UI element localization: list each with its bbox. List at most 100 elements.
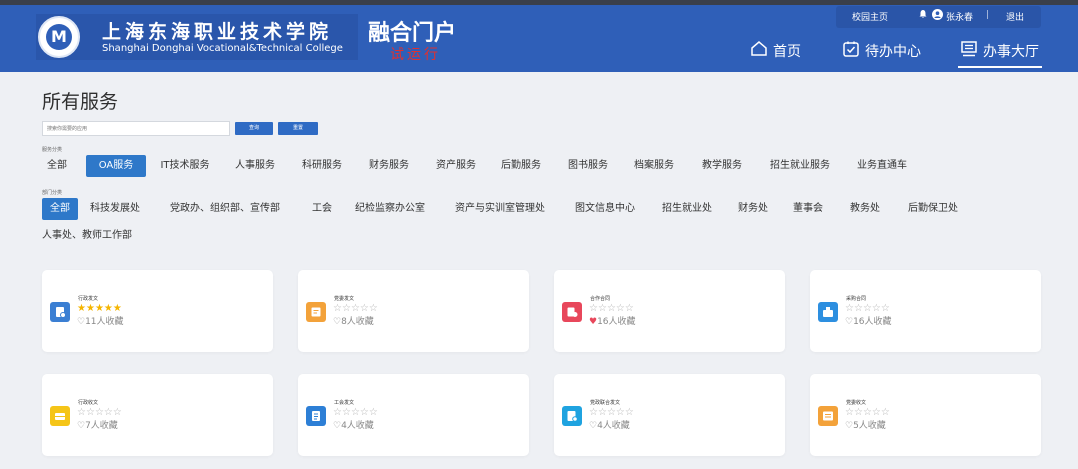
star-empty-icon[interactable]: ☆ — [95, 407, 104, 418]
star-empty-icon[interactable]: ☆ — [854, 303, 863, 314]
star-empty-icon[interactable]: ☆ — [598, 303, 607, 314]
favorite-count[interactable]: ♡7人收藏 — [77, 418, 118, 431]
favorite-count[interactable]: ♡8人收藏 — [333, 314, 374, 327]
rating-stars[interactable]: ☆☆☆☆☆ — [333, 407, 378, 418]
star-empty-icon[interactable]: ☆ — [845, 303, 854, 314]
star-filled-icon[interactable]: ★ — [104, 303, 113, 314]
heart-icon[interactable]: ♡ — [589, 421, 597, 431]
department-tag[interactable]: 后勤保卫处 — [908, 198, 970, 220]
star-empty-icon[interactable]: ☆ — [625, 407, 634, 418]
star-filled-icon[interactable]: ★ — [86, 303, 95, 314]
star-empty-icon[interactable]: ☆ — [607, 303, 616, 314]
reset-button[interactable]: 重置 — [278, 122, 318, 135]
star-empty-icon[interactable]: ☆ — [86, 407, 95, 418]
rating-stars[interactable]: ☆☆☆☆☆ — [589, 407, 634, 418]
star-empty-icon[interactable]: ☆ — [616, 303, 625, 314]
nav-todo[interactable]: 待办中心 — [842, 40, 921, 62]
rating-stars[interactable]: ☆☆☆☆☆ — [333, 303, 378, 314]
rating-stars[interactable]: ☆☆☆☆☆ — [77, 407, 122, 418]
department-tag[interactable]: 图文信息中心 — [575, 198, 649, 220]
heart-icon[interactable]: ♡ — [77, 317, 85, 327]
star-empty-icon[interactable]: ☆ — [863, 407, 872, 418]
rating-stars[interactable]: ☆☆☆☆☆ — [589, 303, 634, 314]
rating-stars[interactable]: ★★★★★ — [77, 303, 122, 314]
heart-icon[interactable]: ♡ — [333, 421, 341, 431]
star-filled-icon[interactable]: ★ — [77, 303, 86, 314]
department-tag[interactable]: 科技发展处 — [90, 198, 160, 220]
department-tag[interactable]: 全部 — [42, 198, 78, 220]
user-name[interactable]: 张永春 — [946, 10, 973, 23]
star-empty-icon[interactable]: ☆ — [360, 303, 369, 314]
star-empty-icon[interactable]: ☆ — [863, 303, 872, 314]
department-tag[interactable]: 财务处 — [738, 198, 780, 220]
favorite-count[interactable]: ♡11人收藏 — [77, 314, 124, 327]
search-input[interactable] — [42, 121, 230, 136]
service-card[interactable]: 采购合同 ☆☆☆☆☆ ♡16人收藏 — [810, 270, 1041, 352]
star-empty-icon[interactable]: ☆ — [342, 303, 351, 314]
heart-icon[interactable]: ♡ — [333, 317, 341, 327]
campus-home-link[interactable]: 校园主页 — [852, 10, 888, 23]
department-tag[interactable]: 工会 — [312, 198, 342, 220]
service-category-tag[interactable]: IT技术服务 — [155, 155, 215, 177]
star-empty-icon[interactable]: ☆ — [881, 303, 890, 314]
star-empty-icon[interactable]: ☆ — [351, 303, 360, 314]
star-filled-icon[interactable]: ★ — [95, 303, 104, 314]
service-category-tag[interactable]: 档案服务 — [628, 155, 680, 177]
rating-stars[interactable]: ☆☆☆☆☆ — [845, 407, 890, 418]
service-card[interactable]: 党委收文 ☆☆☆☆☆ ♡5人收藏 — [810, 374, 1041, 456]
service-category-tag[interactable]: 招生就业服务 — [762, 155, 838, 177]
service-category-tag[interactable]: 资产服务 — [430, 155, 482, 177]
star-empty-icon[interactable]: ☆ — [589, 407, 598, 418]
star-empty-icon[interactable]: ☆ — [598, 407, 607, 418]
service-category-tag[interactable]: 人事服务 — [229, 155, 281, 177]
service-category-tag[interactable]: 财务服务 — [363, 155, 415, 177]
star-empty-icon[interactable]: ☆ — [616, 407, 625, 418]
service-category-tag[interactable]: 图书服务 — [562, 155, 614, 177]
service-category-tag[interactable]: 全部 — [42, 155, 72, 177]
star-empty-icon[interactable]: ☆ — [845, 407, 854, 418]
favorite-count[interactable]: ♡4人收藏 — [589, 418, 630, 431]
favorite-count[interactable]: ♥16人收藏 — [589, 314, 636, 327]
service-card[interactable]: 党委发文 ☆☆☆☆☆ ♡8人收藏 — [298, 270, 529, 352]
user-avatar-icon[interactable] — [932, 9, 943, 23]
search-button[interactable]: 查询 — [235, 122, 273, 135]
star-empty-icon[interactable]: ☆ — [104, 407, 113, 418]
heart-icon[interactable]: ♡ — [845, 421, 853, 431]
department-tag[interactable]: 党政办、组织部、宣传部 — [170, 198, 298, 220]
logout-link[interactable]: 退出 — [1006, 10, 1024, 23]
service-category-tag[interactable]: 业务直通车 — [848, 155, 916, 177]
department-tag[interactable]: 资产与实训室管理处 — [455, 198, 563, 220]
star-empty-icon[interactable]: ☆ — [360, 407, 369, 418]
service-card[interactable]: 工会发文 ☆☆☆☆☆ ♡4人收藏 — [298, 374, 529, 456]
favorite-count[interactable]: ♡5人收藏 — [845, 418, 886, 431]
star-empty-icon[interactable]: ☆ — [881, 407, 890, 418]
nav-service-hall[interactable]: 办事大厅 — [960, 40, 1039, 62]
department-tag[interactable]: 招生就业处 — [662, 198, 726, 220]
service-category-tag[interactable]: OA服务 — [86, 155, 146, 177]
service-category-tag[interactable]: 教学服务 — [696, 155, 748, 177]
star-empty-icon[interactable]: ☆ — [333, 303, 342, 314]
star-empty-icon[interactable]: ☆ — [77, 407, 86, 418]
bell-icon[interactable] — [918, 9, 928, 22]
star-empty-icon[interactable]: ☆ — [369, 407, 378, 418]
heart-icon[interactable]: ♥ — [589, 317, 597, 327]
service-card[interactable]: 合作合同 ☆☆☆☆☆ ♥16人收藏 — [554, 270, 785, 352]
star-empty-icon[interactable]: ☆ — [369, 303, 378, 314]
department-tag[interactable]: 董事会 — [793, 198, 835, 220]
star-empty-icon[interactable]: ☆ — [351, 407, 360, 418]
service-category-tag[interactable]: 后勤服务 — [495, 155, 547, 177]
department-tag[interactable]: 纪检监察办公室 — [355, 198, 443, 220]
star-filled-icon[interactable]: ★ — [113, 303, 122, 314]
star-empty-icon[interactable]: ☆ — [333, 407, 342, 418]
star-empty-icon[interactable]: ☆ — [872, 407, 881, 418]
star-empty-icon[interactable]: ☆ — [607, 407, 616, 418]
service-card[interactable]: 行政收文 ☆☆☆☆☆ ♡7人收藏 — [42, 374, 273, 456]
heart-icon[interactable]: ♡ — [77, 421, 85, 431]
service-card[interactable]: 行政发文 ★★★★★ ♡11人收藏 — [42, 270, 273, 352]
service-card[interactable]: 党政联合发文 ☆☆☆☆☆ ♡4人收藏 — [554, 374, 785, 456]
service-category-tag[interactable]: 科研服务 — [296, 155, 348, 177]
rating-stars[interactable]: ☆☆☆☆☆ — [845, 303, 890, 314]
star-empty-icon[interactable]: ☆ — [854, 407, 863, 418]
star-empty-icon[interactable]: ☆ — [625, 303, 634, 314]
favorite-count[interactable]: ♡4人收藏 — [333, 418, 374, 431]
